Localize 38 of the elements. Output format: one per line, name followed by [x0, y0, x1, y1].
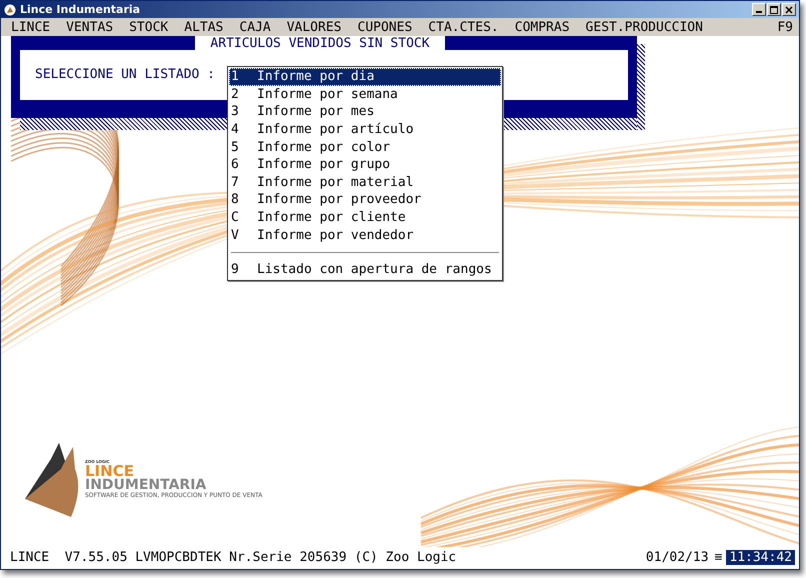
menu-item[interactable]: CAJA	[239, 20, 271, 34]
list-item[interactable]: 5 Informe por color	[229, 138, 501, 156]
list-item[interactable]: 7 Informe por material	[229, 174, 501, 192]
close-icon	[785, 6, 793, 14]
status-separator: ≡	[714, 550, 722, 564]
menu-item[interactable]: ALTAS	[184, 20, 224, 34]
menu-item[interactable]: VALORES	[286, 20, 342, 34]
menu-item[interactable]: VENTAS	[66, 20, 114, 34]
menu-item[interactable]: LINCE	[11, 20, 50, 34]
app-icon	[4, 4, 16, 16]
list-item[interactable]: 3 Informe por mes	[229, 103, 501, 121]
maximize-button[interactable]	[767, 3, 781, 16]
minimize-button[interactable]	[752, 3, 766, 16]
list-item[interactable]: 4 Informe por artículo	[229, 120, 501, 138]
list-item[interactable]: 9 Listado con apertura de rangos	[229, 260, 501, 279]
status-date: 01/02/13	[646, 550, 709, 564]
dialog-title: ARTICULOS VENDIDOS SIN STOCK	[195, 36, 445, 51]
list-item[interactable]: 8 Informe por proveedor	[229, 191, 501, 209]
menu-item[interactable]: CTA.CTES.	[428, 20, 499, 34]
list-item[interactable]: C Informe por cliente	[229, 208, 501, 226]
list-item[interactable]: 2 Informe por semana	[229, 86, 501, 104]
logo-subname: INDUMENTARIA	[85, 478, 206, 492]
minimize-icon	[756, 11, 762, 13]
status-clock: 11:34:42	[726, 550, 795, 564]
window-title: Lince Indumentaria	[20, 3, 142, 16]
list-item[interactable]: 1 Informe por dia	[229, 68, 501, 86]
list-item[interactable]: 6 Informe por grupo	[229, 156, 501, 174]
version-info: LINCE V7.55.05 LVMOPCBDTEK Nr.Serie 205639 (C) Zoo Logic	[10, 550, 458, 564]
prompt-label: SELECCIONE UN LISTADO :	[35, 67, 216, 82]
menu-item[interactable]: COMPRAS	[514, 20, 570, 34]
menu-item[interactable]: STOCK	[129, 20, 168, 34]
shortcut-key: F9	[777, 20, 793, 34]
maximize-icon	[770, 6, 778, 14]
logo-name: LINCE	[85, 464, 134, 478]
menu-item[interactable]: GEST.PRODUCCION	[586, 20, 703, 34]
list-item[interactable]: V Informe por vendedor	[229, 226, 501, 244]
close-button[interactable]	[782, 3, 796, 16]
menu-item[interactable]: CUPONES	[358, 20, 412, 34]
